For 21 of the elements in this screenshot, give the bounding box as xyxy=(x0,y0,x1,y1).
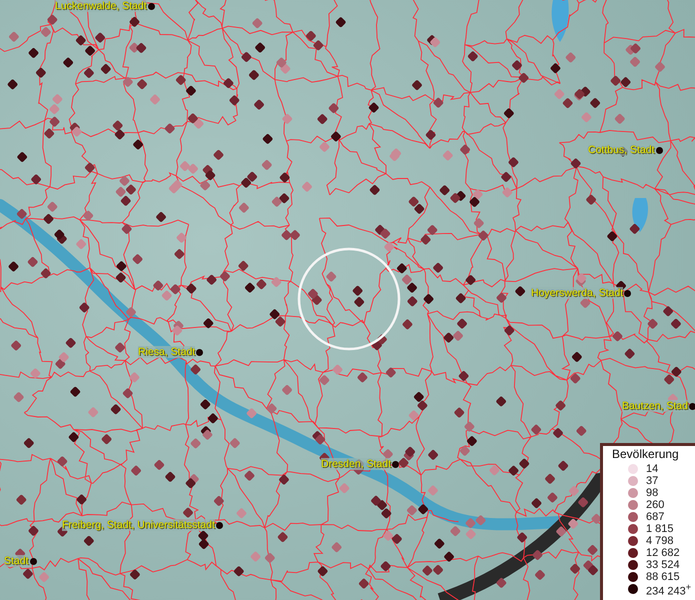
legend-label: 88 615 xyxy=(646,571,680,583)
legend-label: 12 682 xyxy=(646,547,680,559)
place-label: Freiberg, Stadt, Universitätsstadt xyxy=(62,519,215,531)
legend-label: 687 xyxy=(646,511,664,523)
place-label: Stadt xyxy=(4,555,29,567)
legend-label: 14 xyxy=(646,463,658,475)
selection-circle[interactable] xyxy=(298,248,400,350)
place-label: Luckenwalde, Stadt xyxy=(55,0,147,12)
place-label: Hoyerswerda, Stadt xyxy=(531,287,624,299)
legend-label: 33 524 xyxy=(646,559,680,571)
legend-label: 98 xyxy=(646,487,658,499)
legend-label: 260 xyxy=(646,499,664,511)
place-label: Bautzen, Stad xyxy=(622,400,688,412)
legend-title: Bevölkerung xyxy=(611,447,680,461)
legend-label: 234 243$^{+}$ xyxy=(646,580,692,598)
place-label: Dresden, Stadt xyxy=(321,458,392,470)
place-label: Cottbus, Stadt xyxy=(588,144,655,156)
legend-label: 4 798 xyxy=(646,535,674,547)
legend-label: 37 xyxy=(646,475,658,487)
place-label: Riesa, Stadt xyxy=(138,346,196,358)
legend-label: 1 815 xyxy=(646,523,674,535)
